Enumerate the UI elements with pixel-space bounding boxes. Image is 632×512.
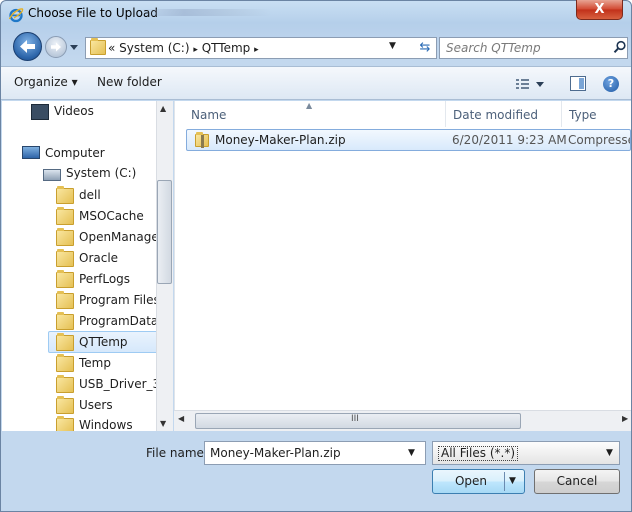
nav-item-oracle[interactable]: Oracle <box>56 248 156 268</box>
search-icon[interactable] <box>613 40 627 54</box>
nav-item-program-files[interactable]: Program Files <box>56 290 160 310</box>
nav-item-system-c[interactable]: System (C:) <box>43 163 153 183</box>
internet-explorer-icon <box>8 8 24 23</box>
nav-item-computer[interactable]: Computer <box>22 143 152 163</box>
folder-icon <box>56 396 74 414</box>
breadcrumb-item-qttemp[interactable]: QTTemp <box>202 41 251 55</box>
breadcrumb[interactable]: « System (C:) ▸ QTTemp ▸ <box>108 41 259 55</box>
file-type-value[interactable]: All Files (*.*) <box>438 446 519 461</box>
file-name-dropdown-icon[interactable]: ▼ <box>408 448 415 458</box>
file-name-value[interactable]: Money-Maker-Plan.zip <box>210 446 341 460</box>
file-type-dropdown-icon[interactable]: ▼ <box>606 448 613 458</box>
nav-scrollbar-thumb[interactable] <box>157 180 172 284</box>
folder-icon <box>56 207 74 225</box>
folder-icon <box>56 291 74 309</box>
forward-arrow-icon <box>51 42 61 52</box>
sort-ascending-icon: ▲ <box>306 101 313 110</box>
scroll-right-icon[interactable]: ▶ <box>622 414 628 423</box>
column-header-type[interactable]: Type <box>569 108 597 122</box>
computer-icon <box>22 146 40 159</box>
folder-icon <box>56 312 74 330</box>
folder-icon <box>56 333 74 351</box>
nav-item-qttemp[interactable]: QTTemp <box>48 331 158 353</box>
folder-icon <box>56 375 74 393</box>
folder-icon <box>56 270 74 288</box>
navigation-pane: Videos Computer System (C:) dell MSOCach… <box>2 101 172 431</box>
title-blurred-text <box>140 9 272 16</box>
nav-item-temp[interactable]: Temp <box>56 353 156 373</box>
close-button[interactable]: X <box>576 0 623 20</box>
open-split-divider <box>504 472 505 491</box>
scroll-down-icon[interactable]: ▼ <box>160 419 166 428</box>
window-title: Choose File to Upload <box>28 6 158 20</box>
file-name[interactable]: Money-Maker-Plan.zip <box>215 133 346 147</box>
nav-item-users[interactable]: Users <box>56 395 156 415</box>
column-header-date-modified[interactable]: Date modified <box>453 108 538 122</box>
video-icon <box>31 104 49 120</box>
nav-item-msocache[interactable]: MSOCache <box>56 206 156 226</box>
address-dropdown-icon[interactable]: ▼ <box>389 41 396 51</box>
nav-item-programdata[interactable]: ProgramData <box>56 311 158 331</box>
column-divider[interactable] <box>445 101 446 127</box>
folder-icon <box>56 228 74 246</box>
search-placeholder: Search QTTemp <box>446 41 541 55</box>
folder-icon <box>56 354 74 372</box>
cancel-button[interactable]: Cancel <box>534 469 620 494</box>
open-button-label[interactable]: Open <box>443 474 499 488</box>
breadcrumb-item-system-c[interactable]: System (C:) <box>119 41 189 55</box>
file-date-modified: 6/20/2011 9:23 AM <box>452 133 567 147</box>
refresh-icon: ⇆ <box>419 40 431 55</box>
column-header-name[interactable]: Name <box>191 108 226 122</box>
nav-item-perflogs[interactable]: PerfLogs <box>56 269 156 289</box>
folder-icon <box>56 416 74 431</box>
help-icon[interactable]: ? <box>603 76 619 92</box>
change-view-icon[interactable] <box>515 76 545 92</box>
column-divider[interactable] <box>561 101 562 127</box>
file-type: Compressed <box>568 133 630 147</box>
zip-folder-icon <box>195 132 209 148</box>
breadcrumb-separator[interactable]: ▸ <box>254 45 259 55</box>
folder-icon <box>56 186 74 204</box>
organize-button[interactable]: Organize ▾ <box>14 75 78 89</box>
scroll-left-icon[interactable]: ◀ <box>178 414 184 423</box>
forward-button[interactable] <box>45 36 67 58</box>
folder-icon <box>56 249 74 267</box>
back-button[interactable] <box>13 32 42 61</box>
breadcrumb-overflow[interactable]: « <box>108 41 115 55</box>
nav-item-usb-driver[interactable]: USB_Driver_3.4. <box>56 374 172 394</box>
new-folder-button[interactable]: New folder <box>97 75 162 89</box>
refresh-button[interactable]: ⇆ <box>414 38 436 58</box>
recent-pages-chevron-icon[interactable] <box>70 43 78 51</box>
nav-item-windows[interactable]: Windows <box>56 415 156 431</box>
drive-icon <box>43 169 61 181</box>
file-name-label: File name: <box>146 446 208 460</box>
breadcrumb-separator[interactable]: ▸ <box>193 45 198 55</box>
scroll-up-icon[interactable]: ▲ <box>160 104 166 113</box>
nav-item-openmanage[interactable]: OpenManage <box>56 227 159 247</box>
preview-pane-icon[interactable] <box>570 76 586 91</box>
hscrollbar-grip: III <box>351 414 359 424</box>
folder-icon <box>90 38 106 55</box>
back-arrow-icon <box>20 40 35 53</box>
open-options-chevron-icon[interactable]: ▼ <box>509 476 516 486</box>
nav-item-dell[interactable]: dell <box>56 185 156 205</box>
nav-item-videos[interactable]: Videos <box>31 101 151 121</box>
